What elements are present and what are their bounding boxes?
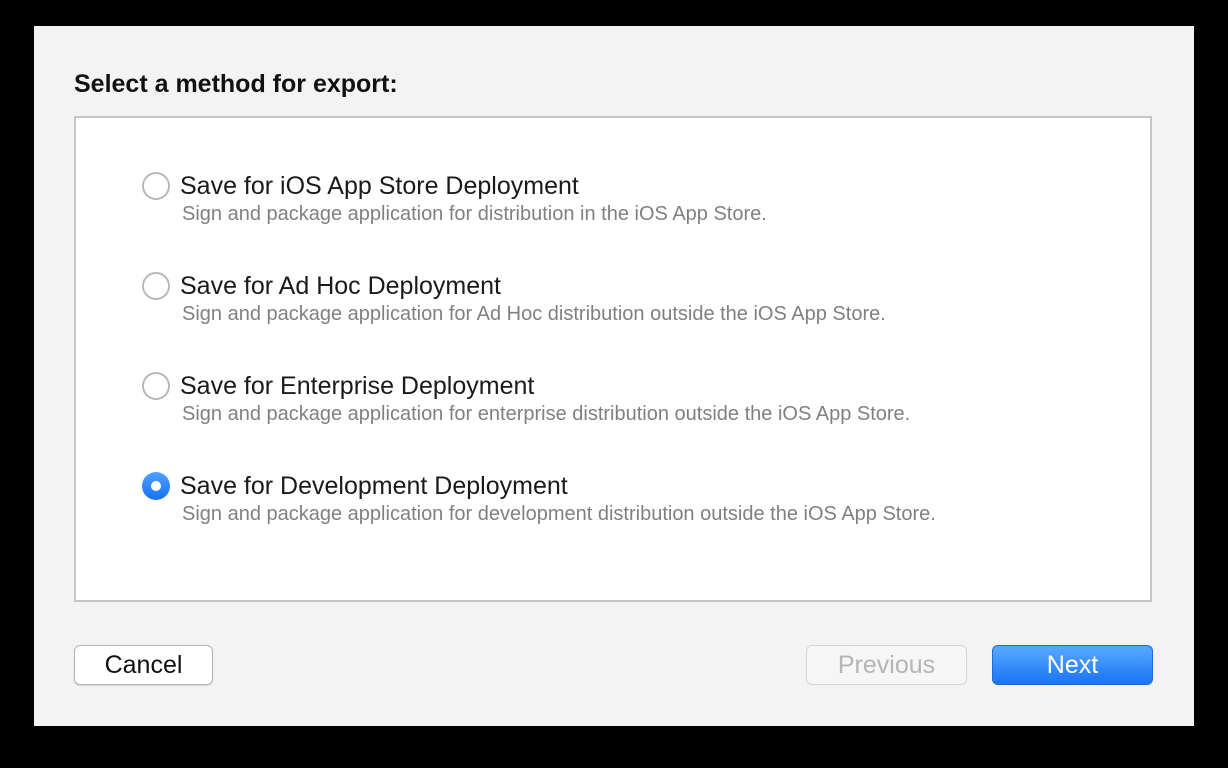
option-description: Sign and package application for develop… (182, 503, 936, 525)
option-enterprise[interactable]: Save for Enterprise Deployment Sign and … (142, 370, 1142, 432)
option-development[interactable]: Save for Development Deployment Sign and… (142, 470, 1142, 532)
option-description: Sign and package application for distrib… (182, 203, 767, 225)
cancel-button[interactable]: Cancel (74, 645, 213, 685)
previous-button[interactable]: Previous (806, 645, 967, 685)
option-ad-hoc[interactable]: Save for Ad Hoc Deployment Sign and pack… (142, 270, 1142, 332)
export-dialog: Select a method for export: Save for iOS… (34, 26, 1194, 726)
radio-button[interactable] (142, 472, 170, 500)
radio-button[interactable] (142, 372, 170, 400)
dialog-heading: Select a method for export: (74, 70, 398, 98)
next-button[interactable]: Next (992, 645, 1153, 685)
option-title: Save for Ad Hoc Deployment (180, 272, 501, 300)
option-title: Save for Enterprise Deployment (180, 372, 535, 400)
radio-button[interactable] (142, 172, 170, 200)
export-method-list: Save for iOS App Store Deployment Sign a… (74, 116, 1152, 602)
option-title: Save for iOS App Store Deployment (180, 172, 579, 200)
option-description: Sign and package application for enterpr… (182, 403, 911, 425)
radio-button[interactable] (142, 272, 170, 300)
option-description: Sign and package application for Ad Hoc … (182, 303, 886, 325)
option-title: Save for Development Deployment (180, 472, 568, 500)
option-app-store[interactable]: Save for iOS App Store Deployment Sign a… (142, 170, 1142, 232)
